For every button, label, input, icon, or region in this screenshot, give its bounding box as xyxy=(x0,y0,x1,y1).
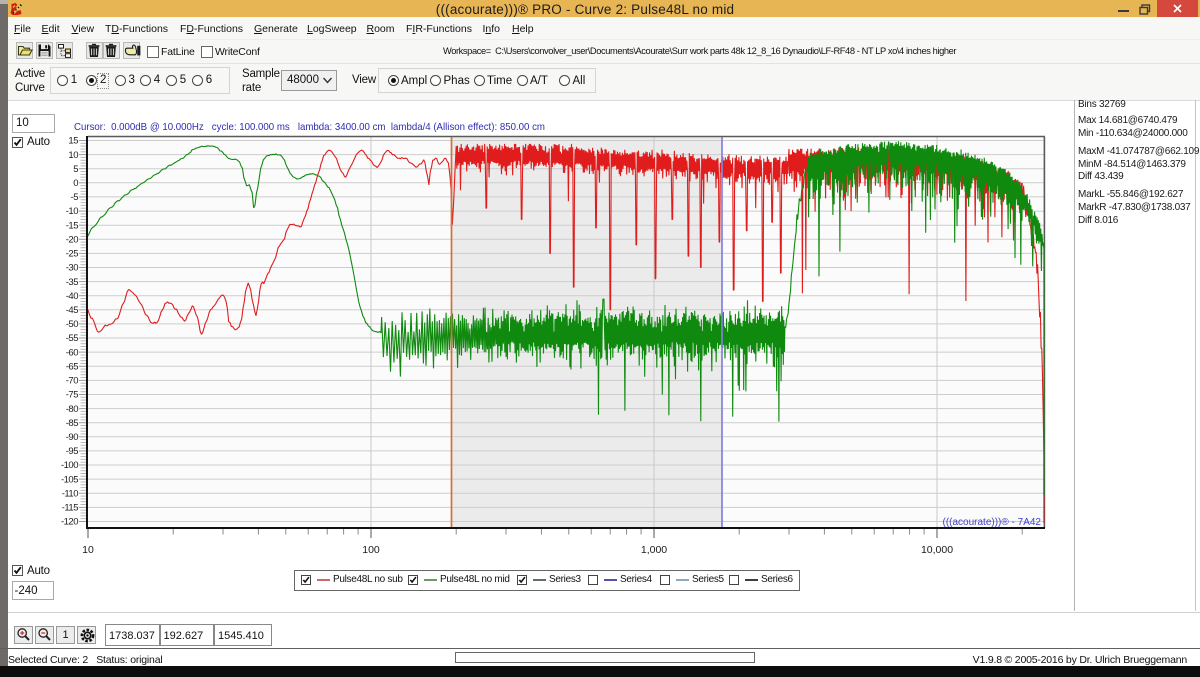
svg-text:1,000: 1,000 xyxy=(641,544,667,556)
svg-text:-55: -55 xyxy=(66,333,78,344)
svg-text:-85: -85 xyxy=(66,418,78,429)
svg-text:0: 0 xyxy=(73,178,78,189)
svg-text:-95: -95 xyxy=(66,446,78,457)
svg-text:100: 100 xyxy=(362,544,380,556)
svg-text:-80: -80 xyxy=(66,404,78,415)
svg-text:-60: -60 xyxy=(66,347,78,358)
svg-text:-105: -105 xyxy=(61,474,78,485)
svg-text:5: 5 xyxy=(73,164,78,175)
svg-text:-100: -100 xyxy=(61,460,78,471)
svg-text:10,000: 10,000 xyxy=(921,544,953,556)
svg-text:15: 15 xyxy=(68,136,78,147)
svg-text:-120: -120 xyxy=(61,517,78,528)
svg-text:-20: -20 xyxy=(66,235,78,246)
svg-text:-35: -35 xyxy=(66,277,78,288)
svg-text:10: 10 xyxy=(82,544,94,556)
svg-text:-30: -30 xyxy=(66,263,78,274)
svg-text:-70: -70 xyxy=(66,376,78,387)
svg-text:-40: -40 xyxy=(66,291,78,302)
svg-text:-50: -50 xyxy=(66,319,78,330)
svg-text:10: 10 xyxy=(68,150,78,161)
svg-text:-5: -5 xyxy=(71,192,79,203)
svg-text:-90: -90 xyxy=(66,432,78,443)
svg-text:-110: -110 xyxy=(62,488,79,499)
svg-text:-75: -75 xyxy=(66,390,78,401)
svg-text:-115: -115 xyxy=(62,503,79,514)
svg-text:-15: -15 xyxy=(66,220,78,231)
svg-text:-25: -25 xyxy=(66,249,78,260)
svg-text:-10: -10 xyxy=(66,206,78,217)
svg-text:-45: -45 xyxy=(66,305,78,316)
svg-text:Cursor: 0.000dB @ 10.000Hz: Cursor: 0.000dB @ 10.000Hz cycle: 100.00… xyxy=(74,121,545,133)
svg-text:-65: -65 xyxy=(66,362,78,373)
svg-text:(((acourate)))® - 7A42: (((acourate)))® - 7A42 xyxy=(942,517,1041,528)
